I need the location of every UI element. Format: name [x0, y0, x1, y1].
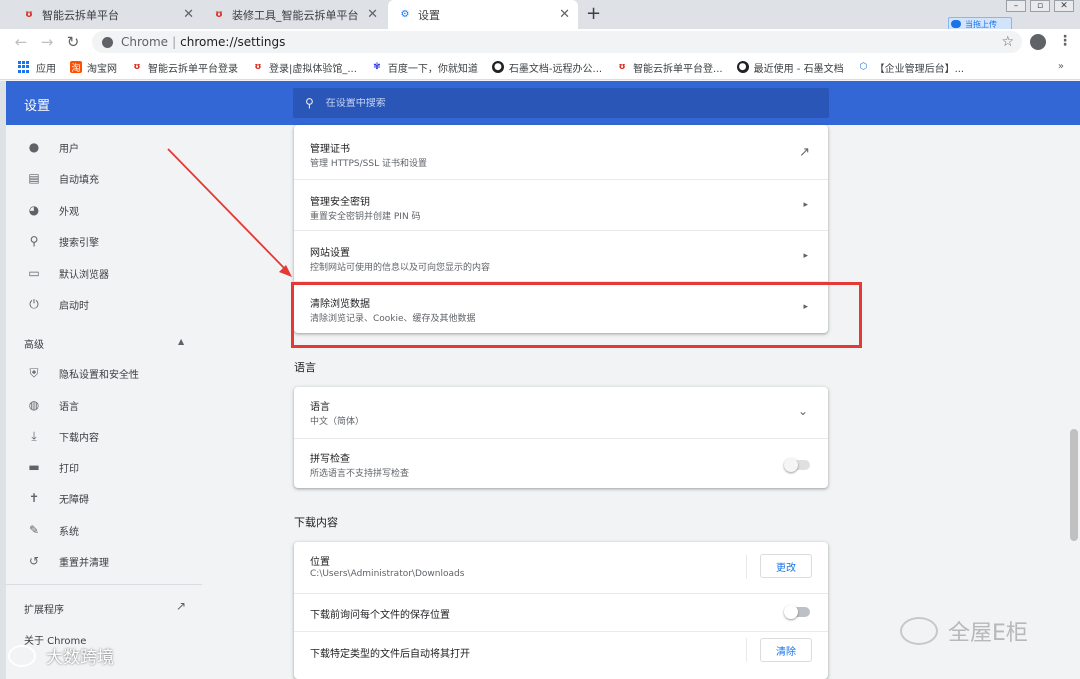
watermark-text: 全屋E柜: [948, 621, 1028, 646]
watermark-text: 大数跨境: [46, 648, 114, 668]
annotation-highlight-box: [291, 282, 862, 348]
wechat-logo-icon: [8, 644, 36, 667]
watermark-left: 大数跨境: [8, 643, 114, 668]
wechat-logo-icon: [900, 617, 938, 645]
watermark-right: 全屋E柜: [900, 615, 1028, 647]
